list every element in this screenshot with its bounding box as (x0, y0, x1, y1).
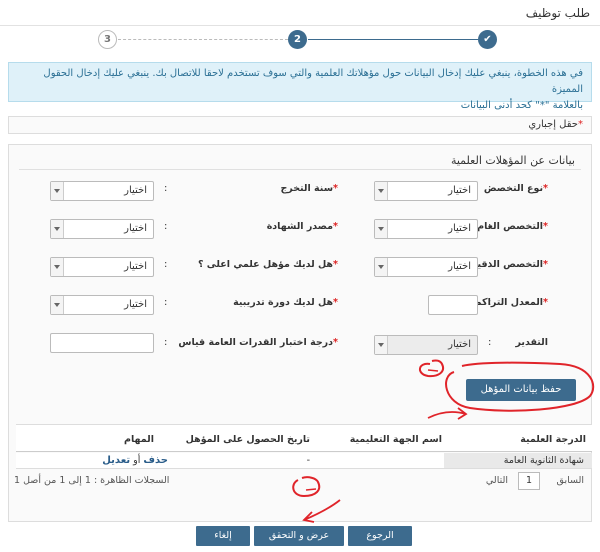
required-text: حقل إجباري (528, 119, 578, 130)
column-header: تاريخ الحصول على المؤهل (185, 434, 310, 445)
chevron-down-icon (375, 182, 388, 200)
label-higher-qualification: *هل لديك مؤهل علمي اعلى ؟ (198, 259, 338, 270)
label-text: هل لديك دورة تدريبية (233, 297, 334, 308)
back-button[interactable]: الرجوع (348, 526, 412, 546)
table-row: شهادة الثانوية العامة - حذف أو تعديل (16, 453, 592, 469)
certificate-source-select[interactable]: اختيار (50, 219, 154, 239)
step-connector (308, 39, 478, 40)
notice-line-1: في هذه الخطوة، ينبغي عليك إدخال البيانات… (43, 68, 583, 95)
colon: : (164, 259, 168, 270)
colon: : (164, 183, 168, 194)
chevron-down-icon (375, 258, 388, 276)
required-star: * (333, 259, 338, 270)
column-header: المهام (124, 434, 154, 445)
higher-qualification-select[interactable]: اختيار (50, 257, 154, 277)
label-precise-specialization: *التخصص الدقيق (469, 259, 548, 270)
required-star: * (543, 221, 548, 232)
progress-steps: 3 2 ✔ (98, 30, 502, 50)
review-button[interactable]: عرض و التحقق (254, 526, 344, 546)
chevron-down-icon (51, 182, 64, 200)
step-2-current: 2 (288, 30, 307, 49)
required-star: * (333, 221, 338, 232)
colon: : (164, 337, 168, 348)
required-star: * (333, 337, 338, 348)
page-number-box[interactable]: 1 (518, 472, 540, 490)
label-specialization-type: *نوع التخصص (484, 183, 548, 194)
select-value: اختيار (448, 185, 471, 196)
next-page-link[interactable]: التالي (486, 475, 508, 486)
precise-specialization-select[interactable]: اختيار (374, 257, 478, 277)
graduation-year-select[interactable]: اختيار (50, 181, 154, 201)
label-text: التخصص الدقيق (468, 259, 544, 270)
or-text: أو (133, 455, 141, 466)
select-value: اختيار (124, 261, 147, 272)
info-notice: في هذه الخطوة، ينبغي عليك إدخال البيانات… (8, 62, 592, 111)
colon: : (488, 337, 492, 348)
cancel-button[interactable]: إلغاء (196, 526, 250, 546)
colon: : (488, 221, 492, 232)
required-star: * (333, 297, 338, 308)
colon: : (488, 183, 492, 194)
page-title: طلب توظيف (525, 6, 590, 20)
select-value: اختيار (124, 223, 147, 234)
chevron-down-icon (51, 220, 64, 238)
notice-line-2: بالعلامة "*" كحد أدنى البيانات (460, 100, 583, 111)
grade-select[interactable]: اختيار (374, 335, 478, 355)
label-text: التخصص العام (477, 221, 544, 232)
training-course-select[interactable]: اختيار (50, 295, 154, 315)
column-header: اسم الجهة التعليمية (349, 434, 442, 445)
gpa-input[interactable] (428, 295, 478, 315)
panel-title: بيانات عن المؤهلات العلمية (450, 154, 575, 167)
label-training-course: *هل لديك دورة تدريبية (233, 297, 338, 308)
table-header: الدرجة العلمية اسم الجهة التعليمية تاريخ… (16, 424, 592, 452)
step-3: 3 (98, 30, 117, 49)
label-text: سنة التخرج (280, 183, 334, 194)
actions-cell: حذف أو تعديل (102, 455, 168, 466)
required-star: * (578, 119, 583, 130)
step-1-done-check-icon: ✔ (478, 30, 497, 49)
required-star: * (543, 297, 548, 308)
colon: : (164, 221, 168, 232)
edit-link[interactable]: تعديل (102, 455, 130, 466)
chevron-down-icon (51, 296, 64, 314)
column-header: الدرجة العلمية (520, 434, 586, 445)
delete-link[interactable]: حذف (143, 455, 168, 466)
label-text: درجة اختبار القدرات العامة قياس (178, 337, 334, 348)
colon: : (488, 297, 492, 308)
required-star: * (333, 183, 338, 194)
required-star: * (543, 259, 548, 270)
label-graduation-year: *سنة التخرج (280, 183, 338, 194)
select-value: اختيار (448, 261, 471, 272)
label-gpa: *المعدل التراكمي (466, 297, 548, 308)
chevron-down-icon (51, 258, 64, 276)
step-connector (118, 39, 288, 40)
aptitude-score-input[interactable] (50, 333, 154, 353)
pager: السابق 1 التالي السجلات الظاهرة : 1 إلى … (8, 470, 592, 492)
select-value: اختيار (448, 223, 471, 234)
label-text: هل لديك مؤهل علمي اعلى ؟ (197, 259, 334, 270)
required-field-legend: *حقل إجباري (8, 116, 592, 134)
save-qualification-button[interactable]: حفظ بيانات المؤهل (466, 379, 576, 401)
previous-page-link[interactable]: السابق (557, 475, 584, 486)
label-certificate-source: *مصدر الشهادة (267, 221, 338, 232)
label-text: مصدر الشهادة (266, 221, 334, 232)
label-grade: التقدير (515, 337, 548, 348)
degree-value: شهادة الثانوية العامة (503, 455, 584, 466)
chevron-down-icon (375, 336, 388, 354)
select-value: اختيار (124, 299, 147, 310)
title-bar: طلب توظيف (0, 0, 600, 26)
chevron-down-icon (375, 220, 388, 238)
records-shown: السجلات الظاهرة : 1 إلى 1 من أصل 1 (14, 475, 170, 486)
colon: : (488, 259, 492, 270)
select-value: اختيار (124, 185, 147, 196)
general-specialization-select[interactable]: اختيار (374, 219, 478, 239)
date-value: - (306, 455, 310, 466)
label-aptitude-score: *درجة اختبار القدرات العامة قياس (178, 337, 338, 348)
label-text: نوع التخصص (483, 183, 544, 194)
required-star: * (543, 183, 548, 194)
colon: : (164, 297, 168, 308)
select-value: اختيار (448, 339, 471, 350)
specialization-type-select[interactable]: اختيار (374, 181, 478, 201)
divider (19, 169, 581, 170)
